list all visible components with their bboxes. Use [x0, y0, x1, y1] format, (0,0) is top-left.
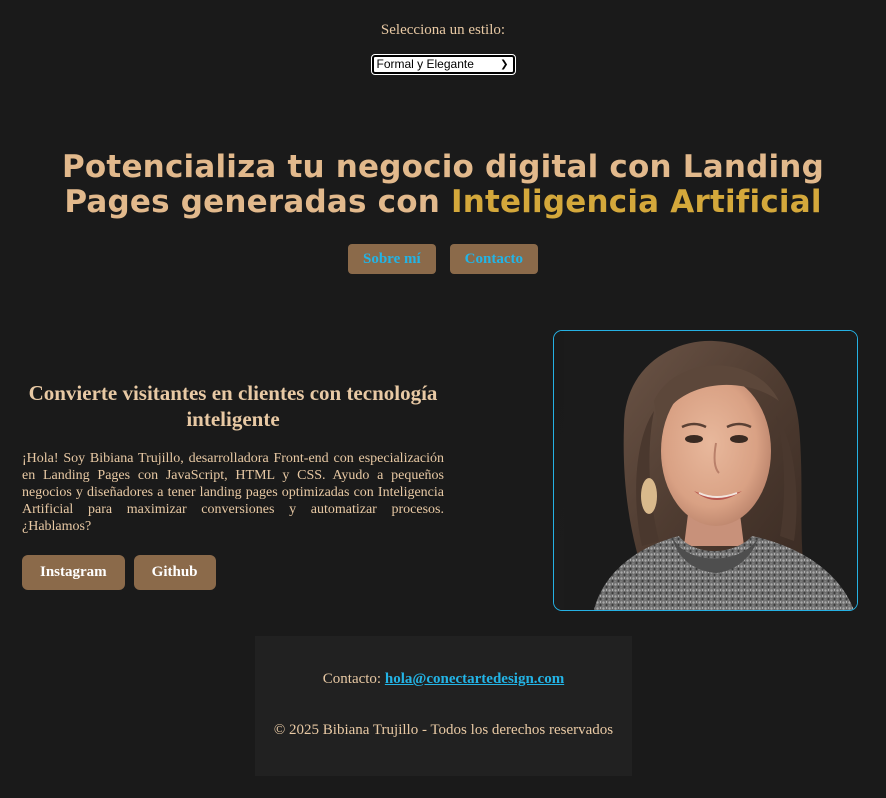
style-picker-label: Selecciona un estilo:	[380, 22, 506, 38]
footer-contact: Contacto: hola@conectartedesign.com	[255, 671, 632, 688]
social-links: Instagram Github	[22, 555, 444, 590]
main-nav: Sobre mí Contacto	[0, 244, 886, 274]
footer-email-link[interactable]: hola@conectartedesign.com	[385, 671, 564, 687]
nav-about-button[interactable]: Sobre mí	[348, 244, 436, 274]
chevron-down-icon: ❯	[500, 59, 509, 70]
footer-contact-prefix: Contacto:	[322, 671, 382, 687]
footer-copyright: © 2025 Bibiana Trujillo - Todos los dere…	[273, 722, 614, 738]
nav-contact-button[interactable]: Contacto	[449, 244, 538, 274]
style-picker: Selecciona un estilo: Formal y Elegante …	[0, 22, 886, 75]
github-button[interactable]: Github	[133, 555, 216, 590]
about-section: Convierte visitantes en clientes con tec…	[22, 380, 444, 590]
hero-title: Potencializa tu negocio digital con Land…	[40, 150, 846, 220]
profile-portrait-image	[554, 331, 857, 610]
site-footer: Contacto: hola@conectartedesign.com © 20…	[255, 636, 632, 776]
style-select-value: Formal y Elegante	[376, 57, 474, 71]
instagram-button[interactable]: Instagram	[22, 555, 125, 590]
hero-title-accent: Inteligencia Artificial	[450, 184, 822, 220]
about-heading: Convierte visitantes en clientes con tec…	[28, 381, 438, 431]
profile-photo	[553, 330, 858, 611]
about-body: ¡Hola! Soy Bibiana Trujillo, desarrollad…	[22, 451, 444, 534]
style-select[interactable]: Formal y Elegante ❯	[370, 54, 516, 75]
